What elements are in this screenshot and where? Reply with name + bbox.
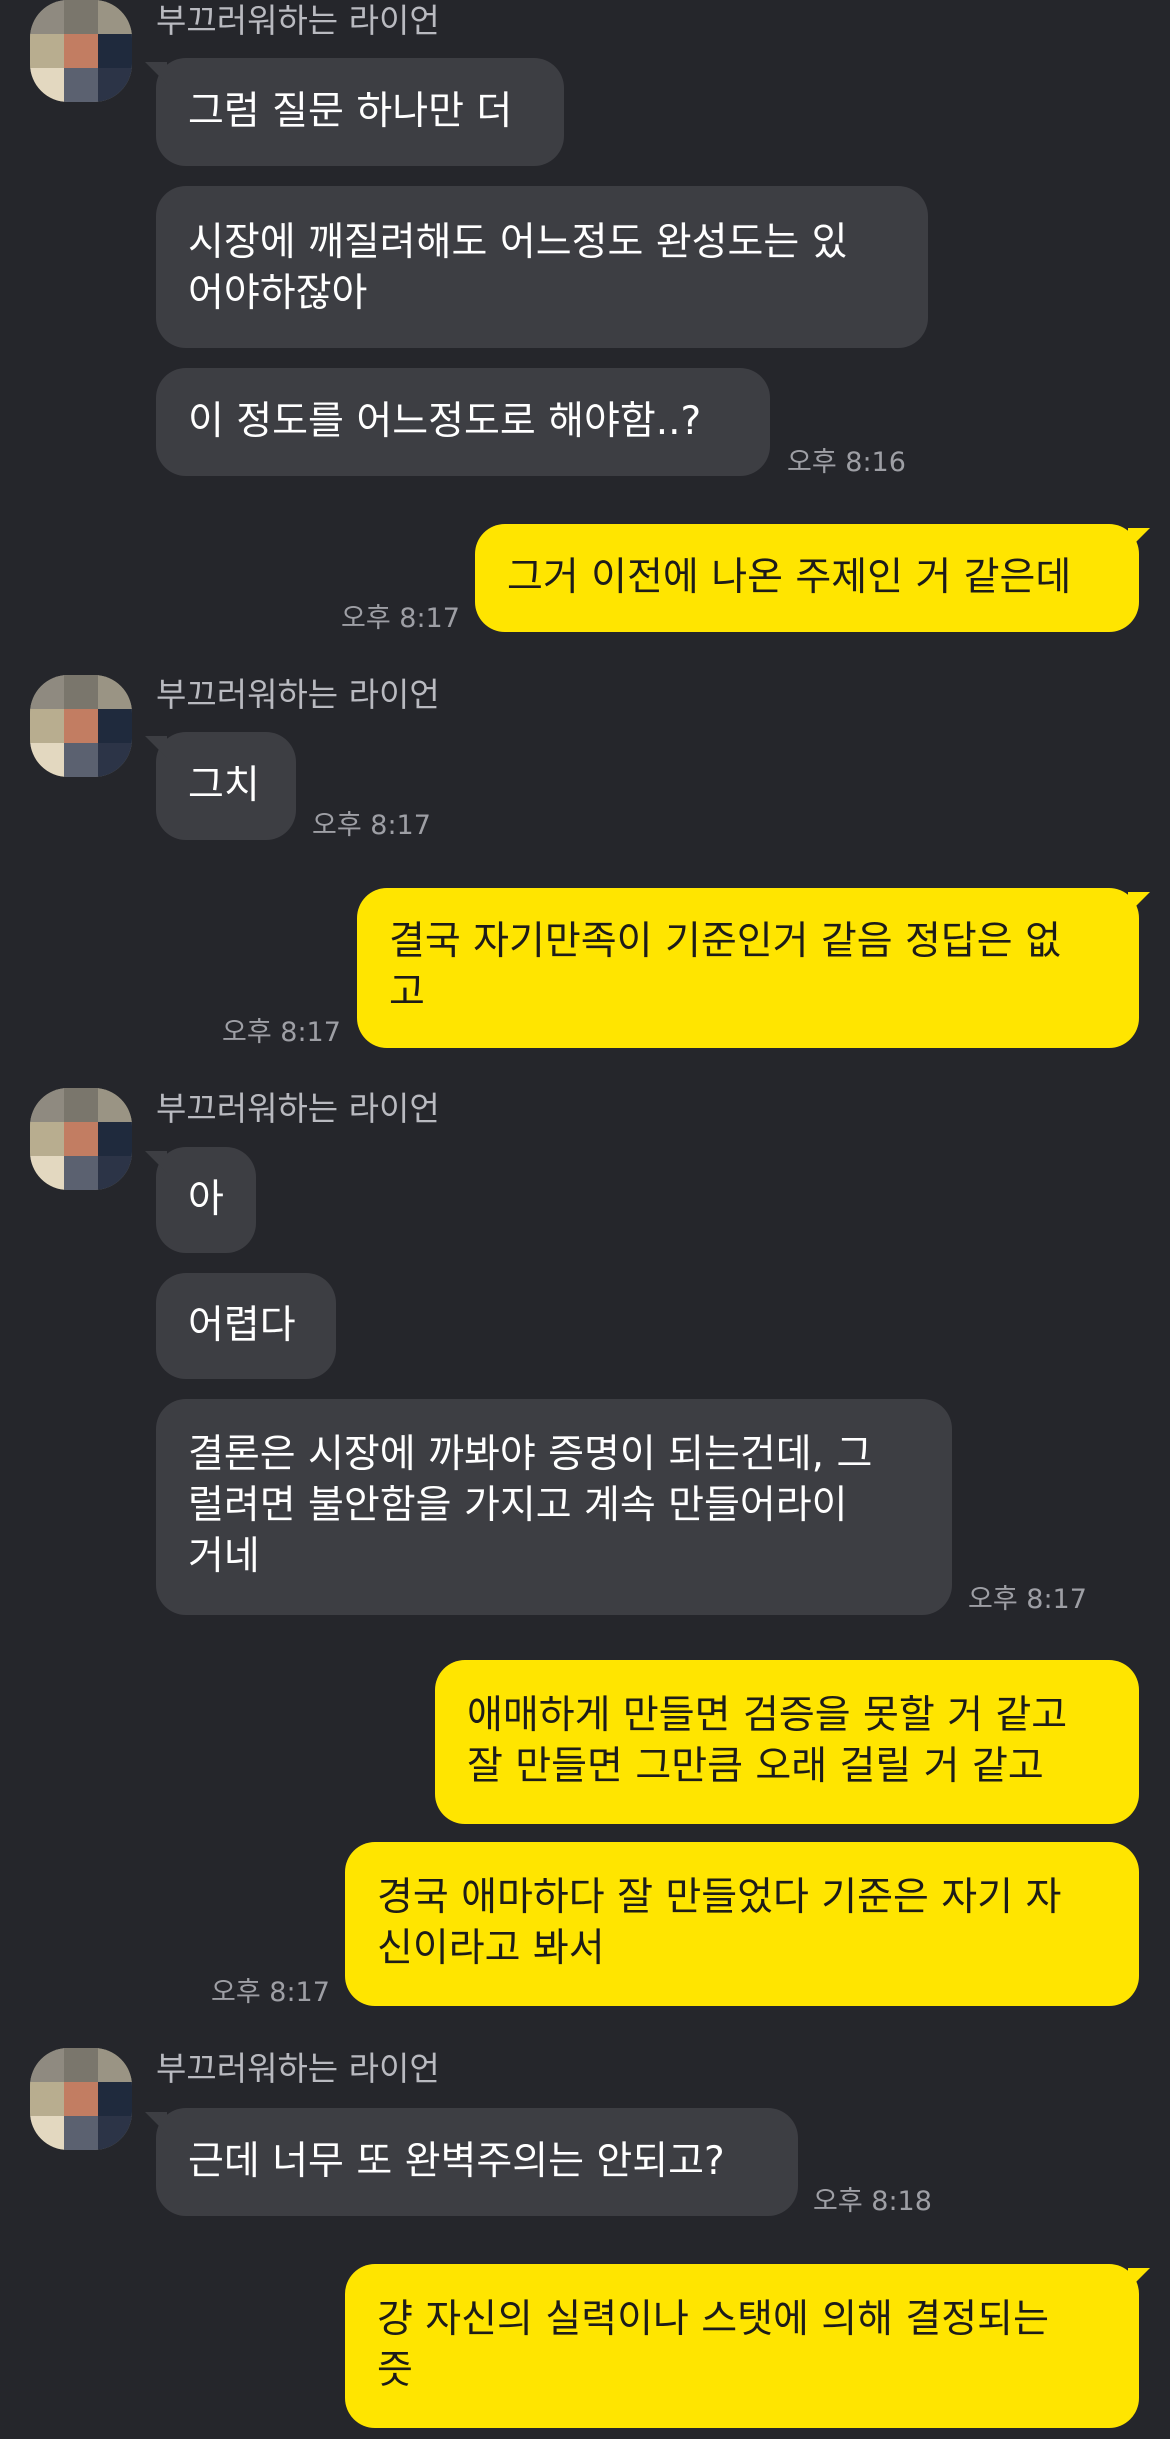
message-bubble[interactable]: 어렵다: [156, 1273, 336, 1379]
message-bubble[interactable]: 그치: [145, 732, 296, 840]
avatar[interactable]: [30, 0, 132, 102]
message-time: 오후 8:17: [341, 603, 460, 634]
sender-name: 부끄러워하는 라이언: [156, 2049, 440, 2088]
avatar[interactable]: [30, 675, 132, 777]
message-bubble[interactable]: 그럼 질문 하나만 더: [145, 58, 564, 166]
message-time: 오후 8:17: [312, 810, 431, 841]
message-bubble[interactable]: 결론은 시장에 까봐야 증명이 되는건데, 그 럴려면 불안함을 가지고 계속 …: [156, 1399, 952, 1615]
avatar[interactable]: [30, 2048, 132, 2150]
message-bubble[interactable]: 이 정도를 어느정도로 해야함..?: [156, 368, 770, 476]
message-bubble[interactable]: 애매하게 만들면 검증을 못할 거 같고 잘 만들면 그만큼 오래 걸릴 거 같…: [435, 1660, 1139, 1824]
message-time: 오후 8:18: [813, 2186, 932, 2217]
message-bubble[interactable]: 시장에 깨질려해도 어느정도 완성도는 있 어야하잖아: [156, 186, 928, 348]
message-time: 오후 8:17: [222, 1017, 341, 1048]
avatar[interactable]: [30, 1088, 132, 1190]
sender-name: 부끄러워하는 라이언: [156, 1, 440, 40]
message-time: 오후 8:16: [787, 447, 906, 478]
message-time: 오후 8:17: [211, 1977, 330, 2008]
message-bubble[interactable]: 경국 애마하다 잘 만들었다 기준은 자기 자 신이라고 봐서: [345, 1842, 1139, 2006]
message-bubble[interactable]: 아: [145, 1147, 256, 1253]
message-bubble[interactable]: 근데 너무 또 완벽주의는 안되고?: [145, 2108, 798, 2216]
message-time: 오후 8:17: [968, 1584, 1087, 1615]
message-bubble[interactable]: 그거 이전에 나온 주제인 거 같은데: [475, 524, 1150, 632]
sender-name: 부끄러워하는 라이언: [156, 1089, 440, 1128]
message-bubble[interactable]: 걍 자신의 실력이나 스탯에 의해 결정되는 즛: [345, 2264, 1150, 2428]
message-bubble[interactable]: 결국 자기만족이 기준인거 같음 정답은 없 고: [357, 888, 1150, 1048]
sender-name: 부끄러워하는 라이언: [156, 675, 440, 714]
